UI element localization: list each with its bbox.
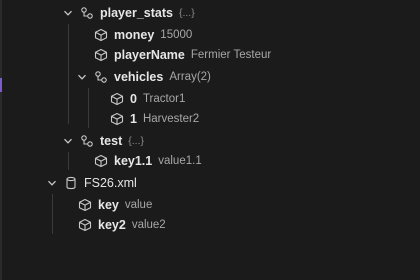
node-value: Tractor1 xyxy=(142,93,186,105)
cube-icon xyxy=(78,218,92,232)
object-icon xyxy=(80,6,94,20)
tree-node-money[interactable]: money 15000 xyxy=(0,24,420,46)
node-key: key1.1 xyxy=(114,154,153,168)
node-meta: {...} xyxy=(178,7,195,19)
node-value: 15000 xyxy=(160,29,193,41)
node-value: value2 xyxy=(131,219,166,231)
node-key: test xyxy=(100,134,123,148)
node-value: Fermier Testeur xyxy=(190,49,272,61)
chevron-down-icon[interactable] xyxy=(76,71,88,83)
node-value: value1.1 xyxy=(158,155,202,167)
cube-icon xyxy=(94,48,108,62)
cube-icon xyxy=(78,198,92,212)
file-name: FS26.xml xyxy=(84,176,137,190)
node-key: key2 xyxy=(98,218,126,232)
tree-node-file[interactable]: FS26.xml xyxy=(0,172,420,194)
xml-tree-panel: player_stats {...} money 15000 playerNam… xyxy=(0,0,420,280)
tree-node-player-stats[interactable]: player_stats {...} xyxy=(0,2,420,24)
object-icon xyxy=(80,134,94,148)
cube-icon xyxy=(110,92,124,106)
node-key: vehicles xyxy=(114,70,164,84)
node-key: key xyxy=(98,198,119,212)
node-key: money xyxy=(114,28,155,42)
cube-icon xyxy=(94,28,108,42)
object-icon xyxy=(94,70,108,84)
tree-node-playername[interactable]: playerName Fermier Testeur xyxy=(0,44,420,66)
node-key: playerName xyxy=(114,48,185,62)
tree-node-vehicle-0[interactable]: 0 Tractor1 xyxy=(0,88,420,110)
node-meta: Array(2) xyxy=(169,71,211,83)
cube-icon xyxy=(94,154,108,168)
node-value: Harvester2 xyxy=(142,113,200,125)
chevron-down-icon[interactable] xyxy=(62,135,74,147)
tree-node-key[interactable]: key value xyxy=(0,194,420,216)
database-icon xyxy=(64,176,78,190)
chevron-down-icon[interactable] xyxy=(62,7,74,19)
tree-node-key1-1[interactable]: key1.1 value1.1 xyxy=(0,150,420,172)
node-key: player_stats xyxy=(100,6,173,20)
node-meta: {...} xyxy=(128,135,144,147)
cube-icon xyxy=(110,112,124,126)
tree-node-vehicle-1[interactable]: 1 Harvester2 xyxy=(0,108,420,130)
tree-node-test[interactable]: test {...} xyxy=(0,130,420,152)
tree-node-key2[interactable]: key2 value2 xyxy=(0,214,420,236)
chevron-down-icon[interactable] xyxy=(46,177,58,189)
node-key: 1 xyxy=(130,112,137,126)
node-key: 0 xyxy=(130,92,137,106)
tree-node-vehicles[interactable]: vehicles Array(2) xyxy=(0,66,420,88)
node-value: value xyxy=(124,199,153,211)
